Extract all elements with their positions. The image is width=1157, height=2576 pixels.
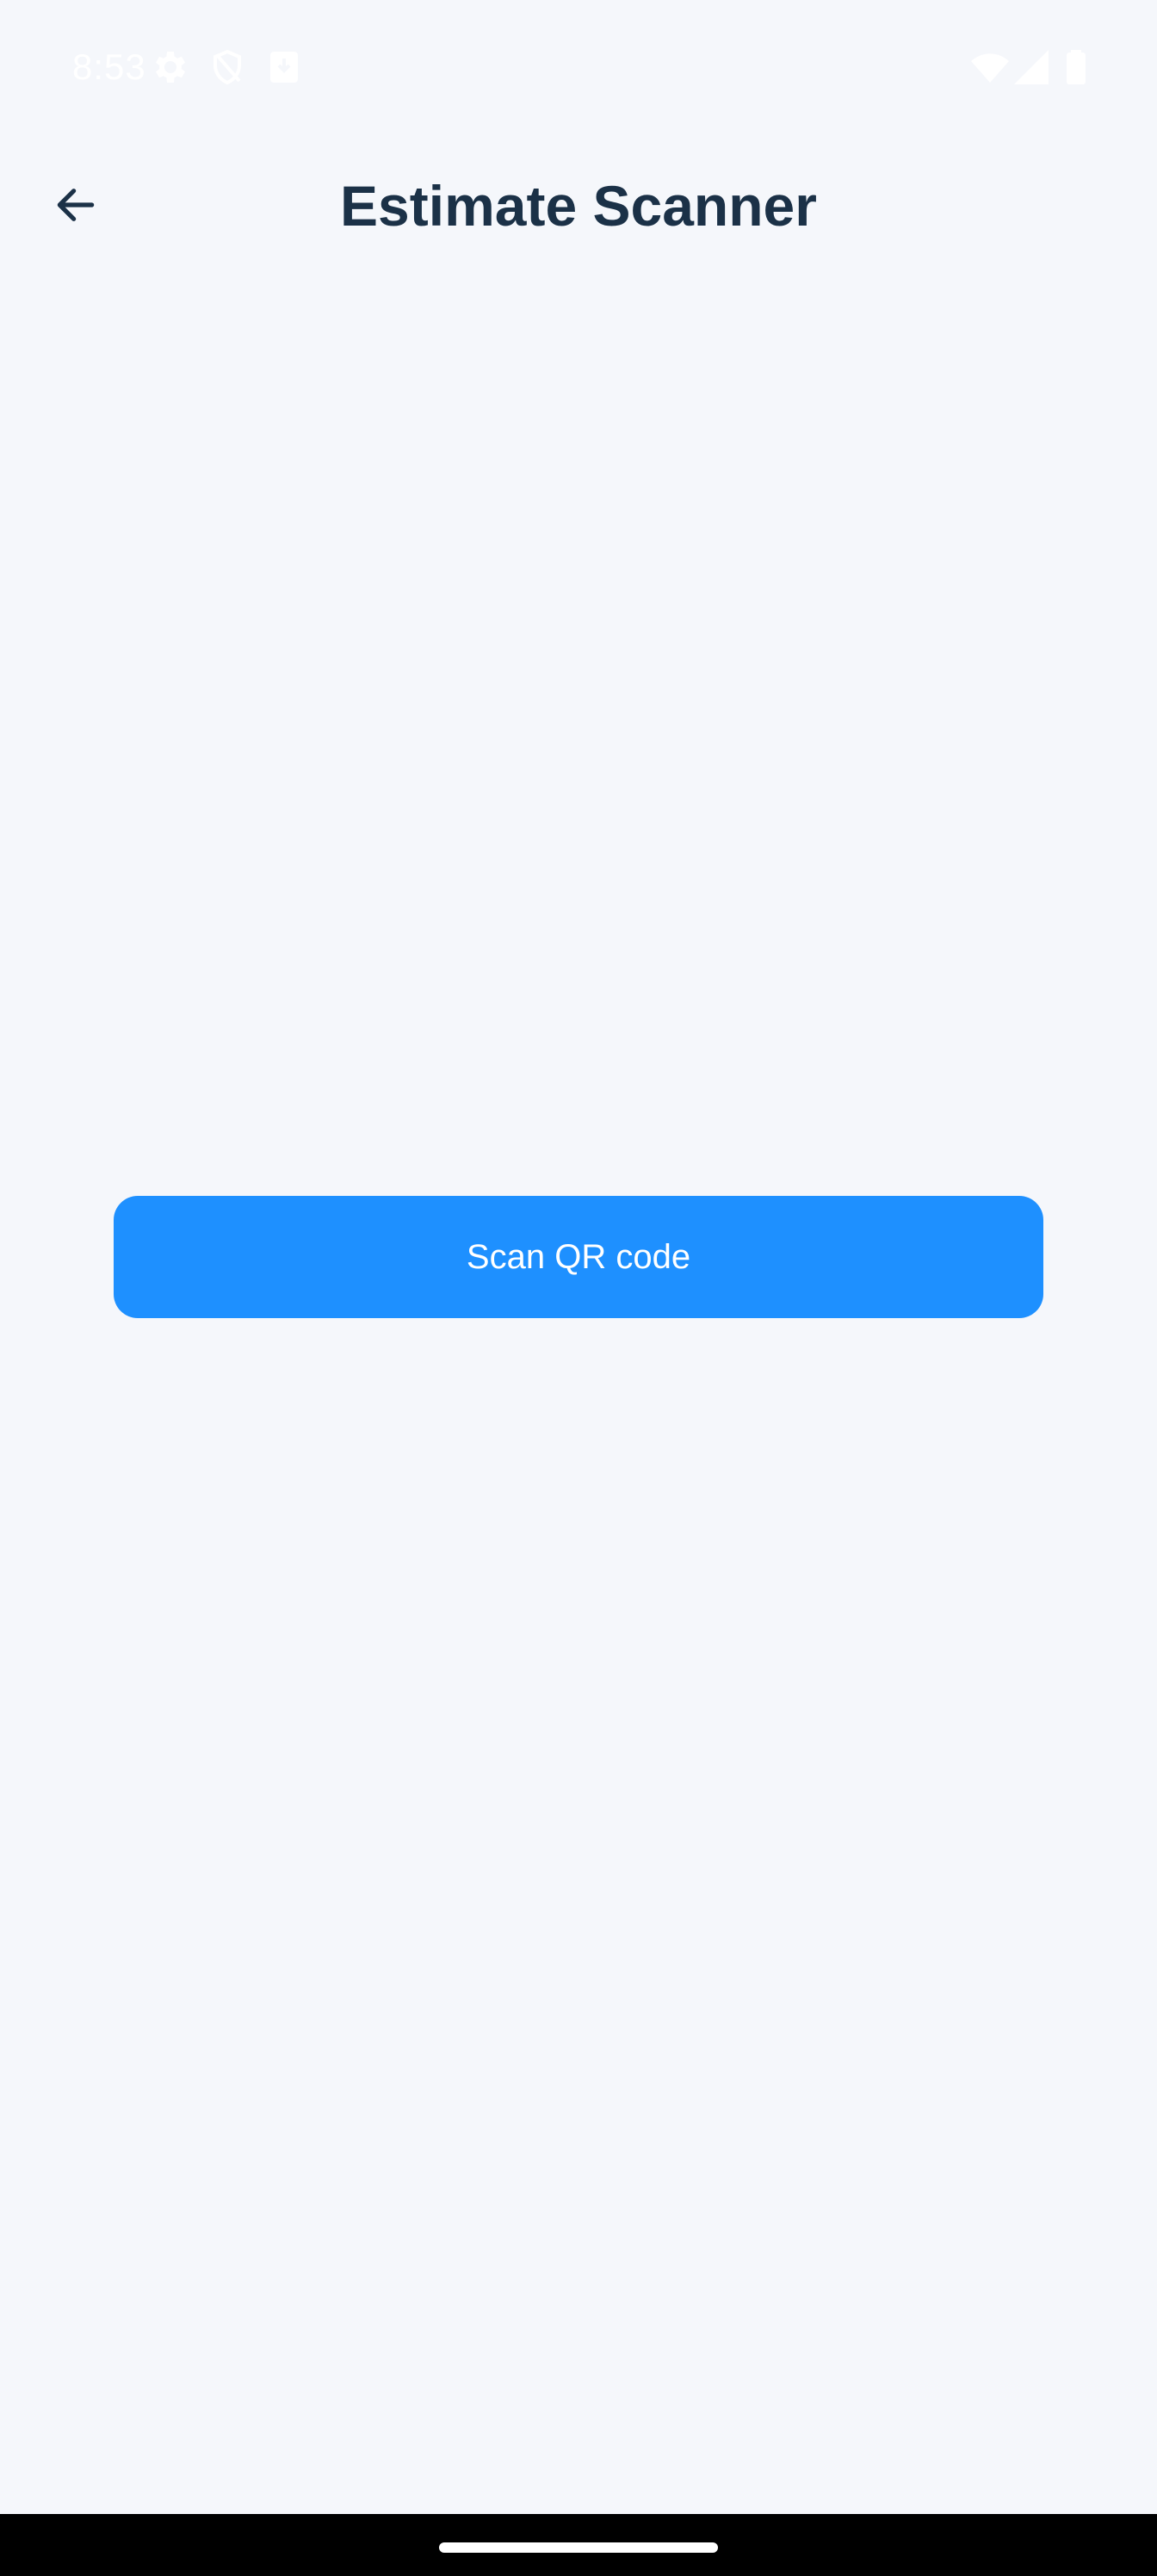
page-title: Estimate Scanner: [340, 174, 817, 238]
scan-qr-code-button[interactable]: Scan QR code: [114, 1196, 1043, 1318]
wifi-icon: [969, 46, 1011, 88]
status-bar: 8:53: [0, 0, 1157, 138]
system-navigation-bar: [0, 2514, 1157, 2576]
home-indicator[interactable]: [439, 2542, 718, 2553]
settings-gear-icon: [150, 46, 191, 88]
cellular-signal-icon: [1011, 46, 1052, 88]
download-icon: [263, 46, 305, 88]
status-time: 8:53: [72, 46, 146, 87]
app-bar: Estimate Scanner: [0, 138, 1157, 276]
battery-icon: [1055, 46, 1097, 88]
shield-icon: [207, 46, 248, 88]
